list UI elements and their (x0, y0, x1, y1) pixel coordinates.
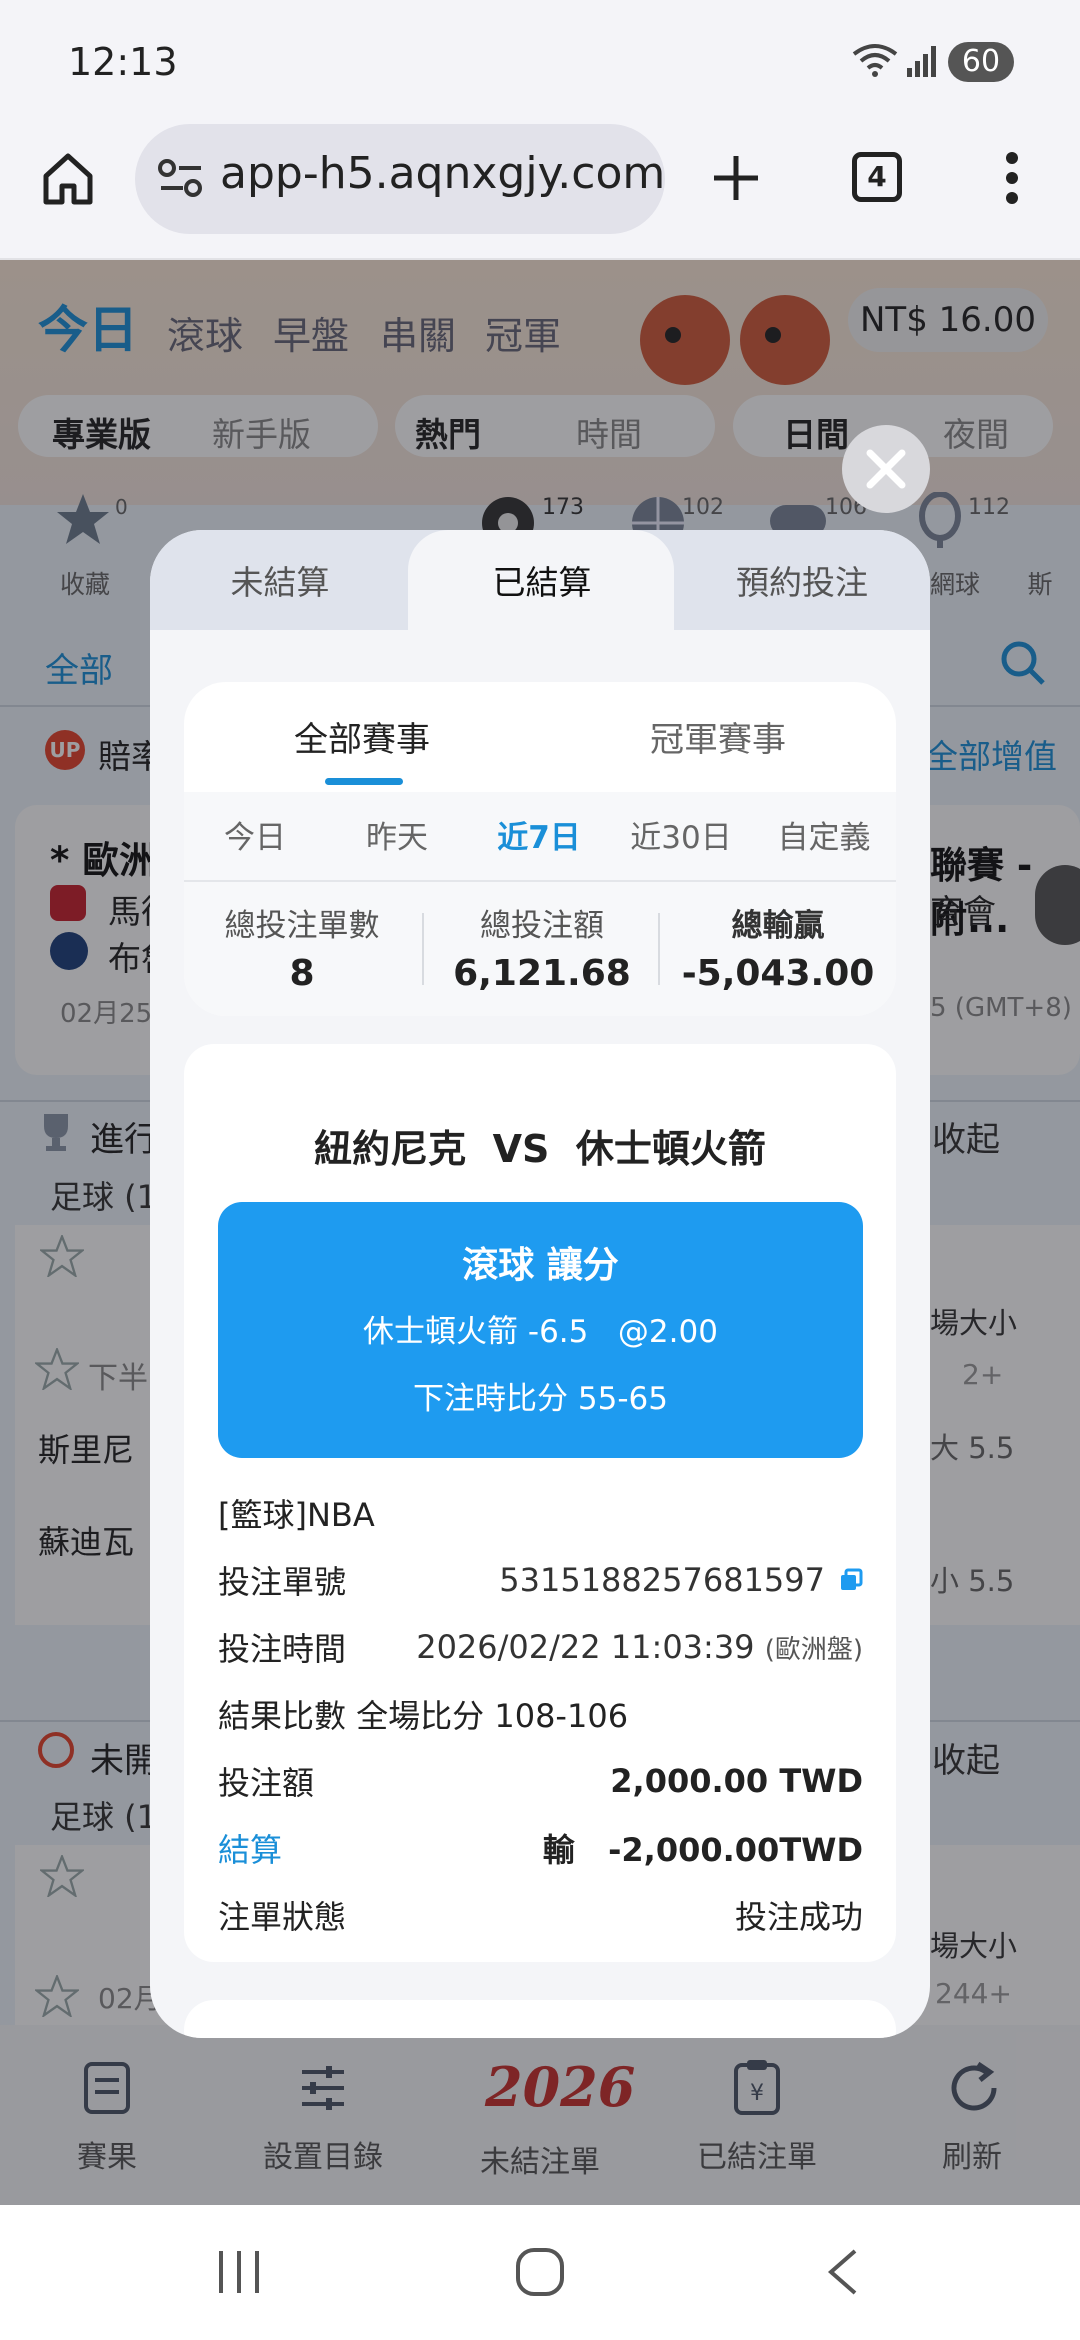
status-time: 12:13 (68, 40, 178, 84)
tab-switcher-button[interactable]: 4 (852, 152, 902, 202)
total-amount-label: 總投注額 (480, 908, 604, 944)
date-yesterday[interactable]: 昨天 (326, 812, 468, 857)
settlement-amount: -2,000.00TWD (608, 1831, 863, 1869)
status-label: 注單狀態 (218, 1898, 347, 1936)
date-7days[interactable]: 近7日 (468, 812, 610, 857)
total-count-value: 8 (289, 953, 315, 994)
bet-record-modal: 未結算 已結算 預約投注 全部賽事 冠軍賽事 今日 昨天 近7日 近30日 自定… (150, 530, 930, 2038)
date-custom[interactable]: 自定義 (752, 812, 896, 857)
home-icon[interactable] (40, 150, 96, 206)
bet-time-label: 投注時間 (218, 1630, 347, 1668)
recent-apps-icon[interactable] (215, 2249, 263, 2295)
tab-settled[interactable]: 已結算 (410, 556, 674, 604)
more-menu-icon[interactable] (1000, 148, 1024, 208)
league-row: [籃球]NBA (218, 1490, 863, 1536)
next-bet-card (184, 2000, 896, 2038)
bet-market: 滾球 讓分 (462, 1245, 619, 1286)
wifi-icon (850, 42, 900, 78)
bet-time-value: 2026/02/22 11:03:39 (416, 1628, 755, 1666)
tab-scheduled[interactable]: 預約投注 (674, 556, 930, 604)
total-amount-value: 6,121.68 (453, 953, 631, 994)
status-bar: 12:13 60 (0, 0, 1080, 120)
back-icon[interactable] (825, 2247, 861, 2297)
result-score: 結果比數 全場比分 108-106 (218, 1697, 629, 1735)
home-nav-icon[interactable] (515, 2247, 565, 2297)
copy-icon[interactable] (839, 1568, 863, 1592)
new-tab-icon[interactable] (710, 152, 762, 204)
close-button[interactable] (842, 425, 930, 513)
settlement-row: 結算 輸 -2,000.00TWD (218, 1825, 863, 1871)
bet-time-row: 投注時間 2026/02/22 11:03:39 (歐洲盤) (218, 1624, 863, 1670)
date-30days[interactable]: 近30日 (610, 812, 752, 857)
browser-toolbar: app-h5.aqnxgjy.com 4 (0, 120, 1080, 260)
status-row: 注單狀態 投注成功 (218, 1892, 863, 1938)
subtab-all-events[interactable]: 全部賽事 (184, 712, 540, 761)
odds-format-note: (歐洲盤) (764, 1635, 863, 1665)
divider (184, 880, 896, 882)
bet-id-row: 投注單號 5315188257681597 (218, 1557, 863, 1603)
url-text: app-h5.aqnxgjy.com (220, 148, 666, 199)
total-winloss-value: -5,043.00 (681, 953, 875, 994)
site-settings-icon[interactable] (157, 156, 205, 200)
settlement-label: 結算 (218, 1831, 283, 1869)
stake-row: 投注額 2,000.00 TWD (218, 1758, 863, 1804)
bet-score-at-bet: 下注時比分 55-65 (413, 1381, 668, 1417)
close-icon (864, 447, 908, 491)
tab-unsettled[interactable]: 未結算 (150, 556, 410, 604)
subtab-outright[interactable]: 冠軍賽事 (540, 712, 896, 761)
league-label: [籃球]NBA (218, 1496, 375, 1534)
total-count-label: 總投注單數 (224, 908, 380, 944)
active-subtab-indicator (325, 778, 403, 785)
status-value: 投注成功 (734, 1898, 863, 1936)
result-row: 結果比數 全場比分 108-106 (218, 1691, 863, 1737)
stake-label: 投注額 (218, 1764, 315, 1802)
date-today[interactable]: 今日 (184, 812, 326, 857)
stake-value: 2,000.00 TWD (610, 1762, 863, 1800)
total-winloss-label: 總輸贏 (731, 908, 825, 944)
bet-selection: 休士頓火箭 -6.5 @2.00 (363, 1314, 718, 1350)
system-nav-bar (0, 2205, 1080, 2340)
bet-id-value: 5315188257681597 (499, 1561, 825, 1599)
bet-match-title: 紐約尼克 VS 休士頓火箭 (314, 1127, 766, 1171)
battery-indicator: 60 (948, 42, 1014, 82)
signal-icon (905, 44, 939, 78)
bet-id-label: 投注單號 (218, 1563, 347, 1601)
settlement-outcome: 輸 (542, 1831, 575, 1869)
url-field[interactable]: app-h5.aqnxgjy.com (135, 124, 665, 234)
